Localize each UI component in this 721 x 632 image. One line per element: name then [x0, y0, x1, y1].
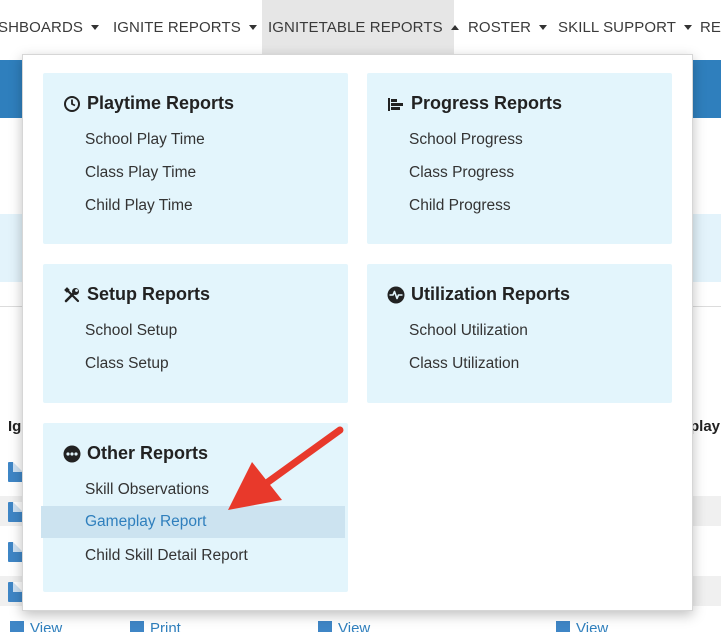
- annotation-arrow: [228, 426, 344, 510]
